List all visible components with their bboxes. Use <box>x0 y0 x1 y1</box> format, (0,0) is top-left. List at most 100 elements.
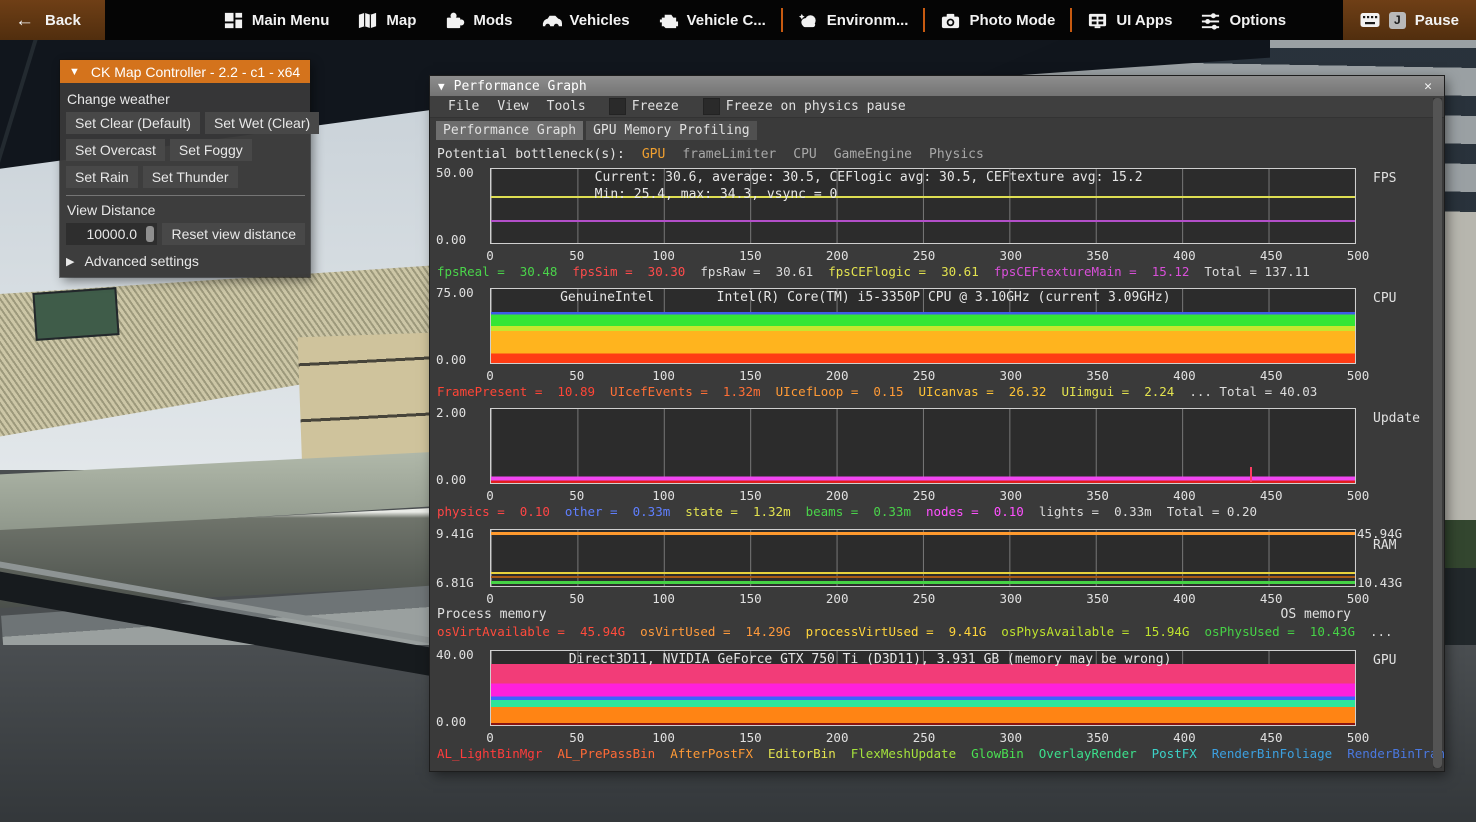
plot-overlay-text: GenuineIntel Intel(R) Core(TM) i5-3350P … <box>560 289 1170 306</box>
x-tick: 50 <box>569 488 584 503</box>
collapse-icon[interactable]: ▼ <box>69 66 80 78</box>
advanced-settings-toggle[interactable]: ▶ Advanced settings <box>66 253 305 269</box>
topbar-item-environment[interactable]: Environm... <box>784 0 923 40</box>
graph-label-fps: FPS <box>1373 171 1396 186</box>
collapse-icon[interactable]: ▼ <box>438 80 445 93</box>
x-tick: 450 <box>1260 488 1283 503</box>
topbar-item-mods[interactable]: Mods <box>430 0 526 40</box>
stat-segment: GlowBin <box>971 746 1024 761</box>
stat-segment: PostFX <box>1152 746 1197 761</box>
stats-fps: fpsReal = 30.48fpsSim = 30.30fpsRaw = 30… <box>437 264 1444 281</box>
x-tick: 250 <box>913 591 936 606</box>
topbar-item-ui-apps[interactable]: UI Apps <box>1073 0 1186 40</box>
photo-mode-icon <box>940 10 961 31</box>
x-tick: 350 <box>1086 488 1109 503</box>
plot-overlay-text: Direct3D11, NVIDIA GeForce GTX 750 Ti (D… <box>569 651 1172 668</box>
stat-segment: osVirtAvailable = 45.94G <box>437 624 625 639</box>
y-max-label: 50.00 <box>436 165 474 180</box>
plot-gpu: Direct3D11, NVIDIA GeForce GTX 750 Ti (D… <box>490 650 1356 726</box>
perf-window-titlebar[interactable]: ▼ Performance Graph ✕ <box>430 76 1444 96</box>
x-tick: 0 <box>486 368 494 383</box>
topbar-item-photo-mode[interactable]: Photo Mode <box>926 0 1069 40</box>
x-axis-gpu: 050100150200250300350400450500 <box>490 726 1358 746</box>
topbar-item-options[interactable]: Options <box>1186 0 1300 40</box>
tab-gpu-memory-profiling[interactable]: GPU Memory Profiling <box>586 121 757 140</box>
pause-button[interactable]: J Pause <box>1343 0 1476 40</box>
scrollbar[interactable] <box>1433 98 1442 768</box>
x-tick: 500 <box>1347 488 1370 503</box>
menu-file[interactable]: File <box>439 99 488 114</box>
topbar-item-vehicle-config[interactable]: Vehicle C... <box>644 0 780 40</box>
main-menu-icon <box>223 10 244 31</box>
set-foggy-button[interactable]: Set Foggy <box>170 139 252 161</box>
stat-segment: physics = 0.10 <box>437 504 550 519</box>
stat-segment: fpsSim = 30.30 <box>572 264 685 279</box>
stat-segment: UIcefEvents = 1.32m <box>610 384 761 399</box>
x-tick: 200 <box>826 368 849 383</box>
freeze-on-physics-pause-checkbox[interactable] <box>703 98 720 115</box>
set-thunder-button[interactable]: Set Thunder <box>143 166 238 188</box>
view-distance-input[interactable]: 10000.0 <box>66 223 157 245</box>
topbar-item-map[interactable]: Map <box>343 0 430 40</box>
stat-segment: ... <box>1370 624 1393 639</box>
graph-fps: 50.000.00Current: 30.6, average: 30.5, C… <box>430 168 1444 281</box>
x-tick: 200 <box>826 488 849 503</box>
graph-row-cpu: 75.00 0.00 GenuineIntel Intel(R) Core(TM) … <box>430 288 1444 364</box>
freeze-on-physics-pause-toggle[interactable]: Freeze on physics pause <box>726 99 916 114</box>
stat-segment: AL_PrePassBin <box>557 746 655 761</box>
x-tick: 250 <box>913 368 936 383</box>
ck-window-title: CK Map Controller - 2.2 - c1 - x64 <box>91 64 300 80</box>
perf-menubar: File View Tools Freeze Freeze on physics… <box>430 96 1444 118</box>
x-tick: 300 <box>1000 591 1023 606</box>
plot-ram <box>490 529 1356 587</box>
x-tick: 450 <box>1260 591 1283 606</box>
weather-button-row: Set Clear (Default)Set Wet (Clear) <box>66 112 305 134</box>
set-wet-clear-button[interactable]: Set Wet (Clear) <box>205 112 319 134</box>
menu-view[interactable]: View <box>488 99 537 114</box>
graph-ram: 9.41G6.81GRAM45.94G10.43G050100150200250… <box>430 529 1444 641</box>
plot-cpu: GenuineIntel Intel(R) Core(TM) i5-3350P … <box>490 288 1356 364</box>
change-weather-label: Change weather <box>67 91 305 107</box>
tab-performance-graph[interactable]: Performance Graph <box>436 121 583 140</box>
weather-button-row: Set OvercastSet Foggy <box>66 139 305 161</box>
y-max-label: 75.00 <box>436 285 474 300</box>
topbar-item-label: UI Apps <box>1116 12 1172 29</box>
perf-window-title: Performance Graph <box>454 79 587 94</box>
x-tick: 0 <box>486 248 494 263</box>
freeze-toggle[interactable]: Freeze <box>632 99 689 114</box>
plot-update <box>490 408 1356 484</box>
x-tick: 50 <box>569 591 584 606</box>
topbar-item-main-menu[interactable]: Main Menu <box>209 0 344 40</box>
menu-tools[interactable]: Tools <box>538 99 595 114</box>
topbar-item-vehicles[interactable]: Vehicles <box>527 0 644 40</box>
stat-segment: Total = 0.20 <box>1167 504 1257 519</box>
set-overcast-button[interactable]: Set Overcast <box>66 139 165 161</box>
back-button[interactable]: ← Back <box>0 0 105 40</box>
set-clear-default-button[interactable]: Set Clear (Default) <box>66 112 200 134</box>
x-tick: 300 <box>1000 730 1023 745</box>
x-axis-ram: 050100150200250300350400450500 <box>490 587 1358 607</box>
reset-view-distance-button[interactable]: Reset view distance <box>162 223 305 245</box>
x-tick: 500 <box>1347 368 1370 383</box>
set-rain-button[interactable]: Set Rain <box>66 166 138 188</box>
topbar-item-label: Map <box>386 12 416 29</box>
ck-window-titlebar[interactable]: ▼ CK Map Controller - 2.2 - c1 - x64 <box>60 60 310 83</box>
x-tick: 100 <box>652 488 675 503</box>
scrollbar-handle[interactable] <box>1433 98 1442 768</box>
y-axis-ram: 9.41G6.81G <box>430 529 490 587</box>
x-tick: 0 <box>486 591 494 606</box>
x-tick: 50 <box>569 730 584 745</box>
close-icon[interactable]: ✕ <box>1420 79 1436 94</box>
side-col-cpu: CPU <box>1356 288 1442 364</box>
x-tick: 150 <box>739 591 762 606</box>
graph-label-gpu: GPU <box>1373 653 1396 668</box>
y-axis-gpu: 40.000.00 <box>430 650 490 726</box>
freeze-checkbox[interactable] <box>609 98 626 115</box>
x-tick: 0 <box>486 730 494 745</box>
y-max-label: 40.00 <box>436 647 474 662</box>
graph-update: 2.000.00Update05010015020025030035040045… <box>430 408 1444 521</box>
process-memory-label: Process memory <box>437 607 547 624</box>
environment-icon <box>798 10 819 31</box>
y-min-label: 0.00 <box>436 352 466 367</box>
stat-segment: UIcefLoop = 0.15 <box>776 384 904 399</box>
